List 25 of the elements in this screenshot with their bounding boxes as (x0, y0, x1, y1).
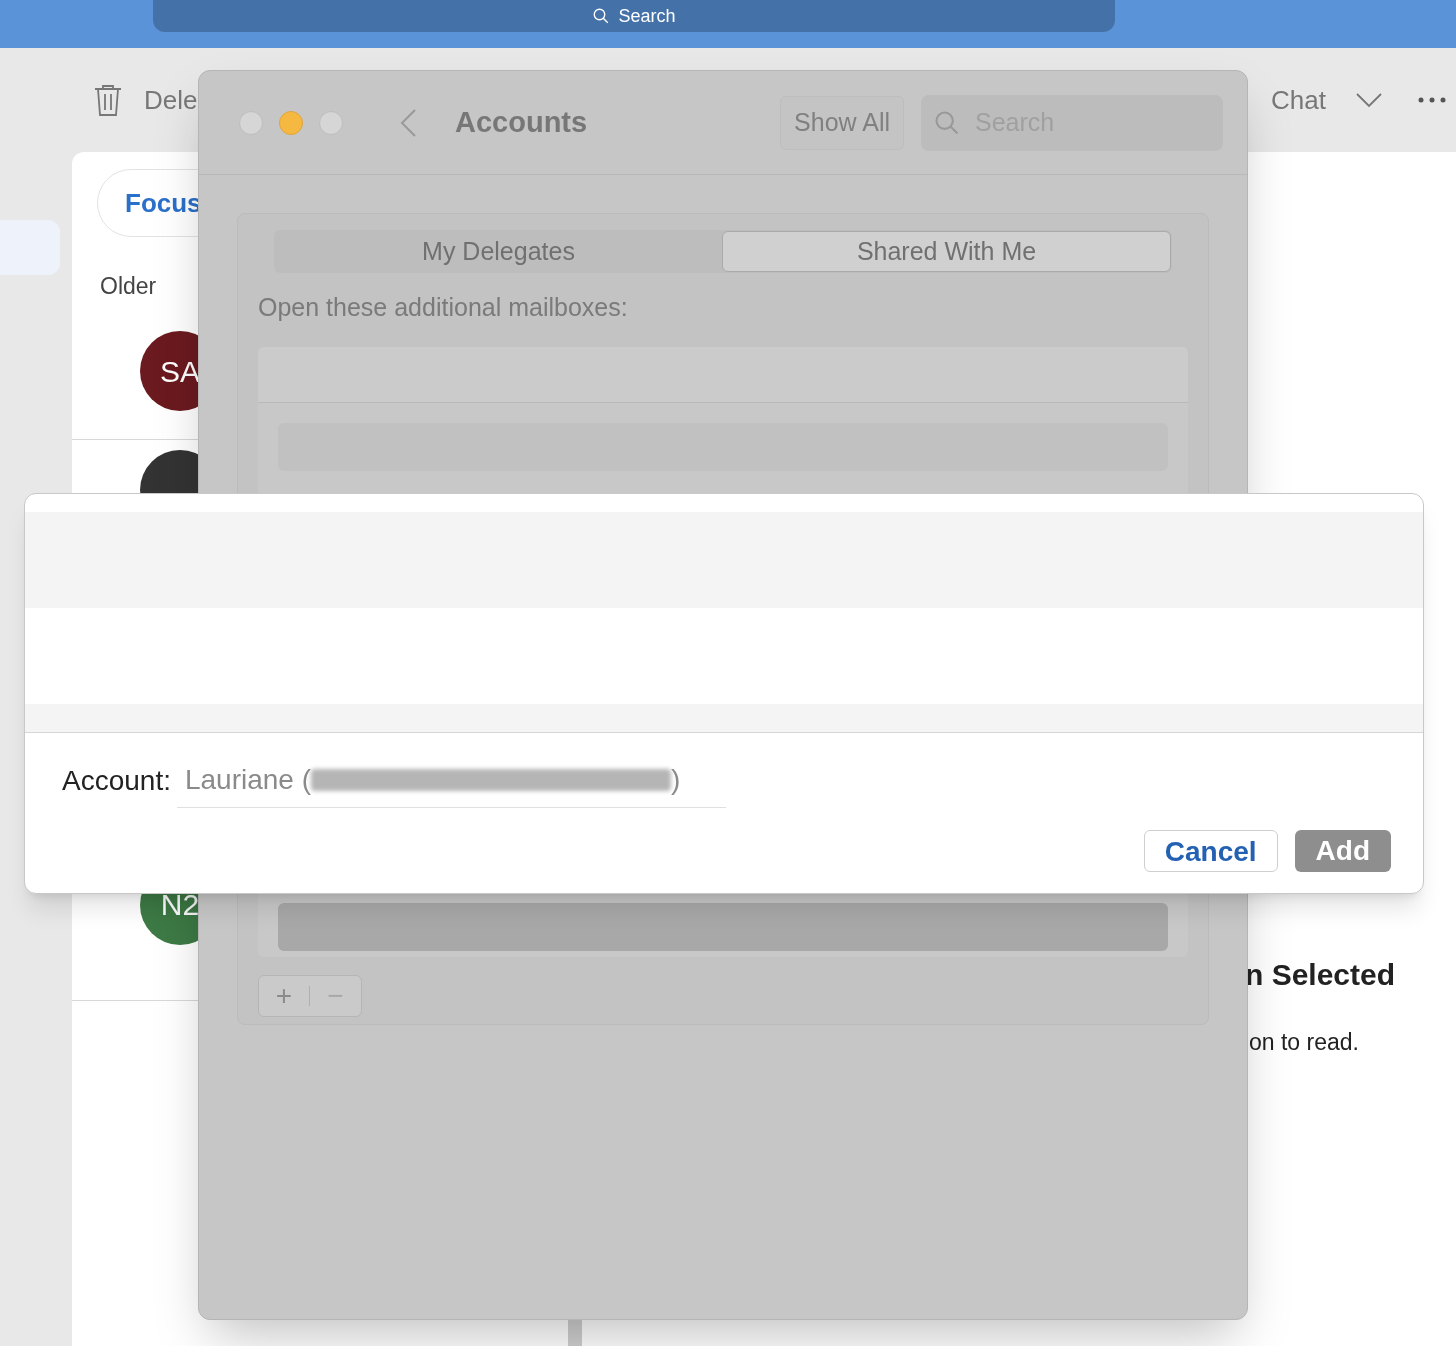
add-button[interactable]: Add (1294, 830, 1391, 872)
back-icon[interactable] (399, 107, 417, 138)
cancel-button[interactable]: Cancel (1143, 830, 1278, 872)
empty-hint: on to read. (1248, 1028, 1360, 1057)
delete-button[interactable]: Dele (144, 80, 198, 120)
account-label: Account: (62, 764, 171, 798)
chevron-down-icon[interactable] (1356, 92, 1382, 108)
segment-tab[interactable]: Shared With Me (722, 231, 1171, 272)
scrollbar-thumb[interactable] (568, 1320, 582, 1346)
add-mailbox-button[interactable]: + (259, 974, 309, 1017)
search-placeholder: Search (618, 4, 676, 28)
minimize-button[interactable] (279, 110, 303, 135)
account-field[interactable]: Lauriane ( ) (176, 759, 726, 808)
more-icon[interactable] (1418, 97, 1446, 103)
search-icon (592, 7, 611, 25)
close-button[interactable] (239, 110, 263, 135)
list-label: Open these additional mailboxes: (258, 292, 629, 323)
search-icon (933, 108, 961, 137)
zoom-button[interactable] (319, 110, 343, 135)
chat-button[interactable]: Chat (1271, 80, 1326, 120)
window-title: Accounts (455, 104, 588, 140)
search-field[interactable]: Search (153, 0, 1115, 32)
show-all-button[interactable]: Show All (780, 95, 904, 150)
group-label: Older (99, 272, 158, 301)
trash-icon[interactable] (92, 83, 124, 117)
